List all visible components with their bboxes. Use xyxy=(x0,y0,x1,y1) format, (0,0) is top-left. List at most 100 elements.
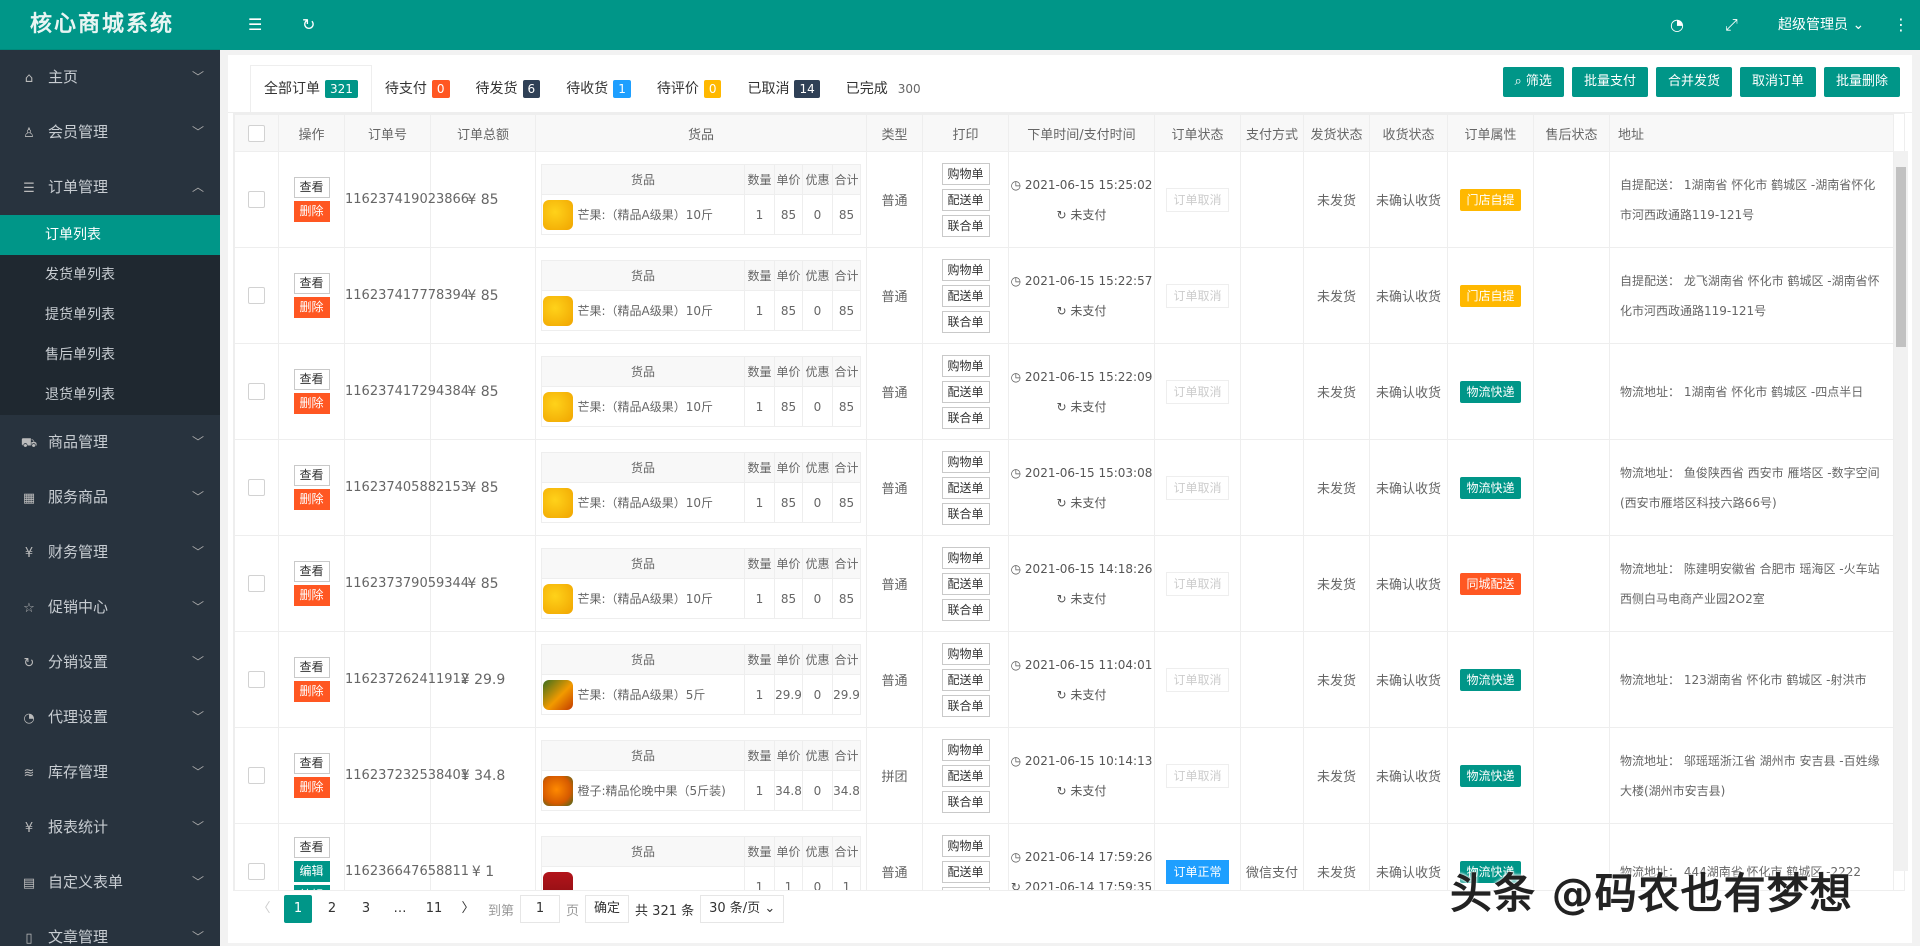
row-select[interactable] xyxy=(235,440,279,536)
print-button[interactable]: 购物单 xyxy=(942,835,990,857)
action-button[interactable]: 取消订单 xyxy=(1740,67,1816,97)
product-name[interactable]: 橙子:精品伦晚中果（5斤装) xyxy=(574,771,745,811)
view-button[interactable]: 查看 xyxy=(294,561,330,582)
submenu-item[interactable]: 售后单列表 xyxy=(0,335,220,375)
tab[interactable]: 已完成300 xyxy=(833,65,939,113)
view-button[interactable]: 查看 xyxy=(294,273,330,294)
checkbox[interactable] xyxy=(248,671,265,688)
view-button[interactable]: 查看 xyxy=(294,369,330,390)
delete-button[interactable]: 删除 xyxy=(294,681,330,702)
sidebar-item[interactable]: ♙会员管理﹀ xyxy=(0,105,220,160)
submenu-item[interactable]: 订单列表 xyxy=(0,215,220,255)
print-button[interactable]: 配送单 xyxy=(942,669,990,691)
submenu-item[interactable]: 退货单列表 xyxy=(0,375,220,415)
checkbox[interactable] xyxy=(248,191,265,208)
print-button[interactable]: 配送单 xyxy=(942,765,990,787)
more-icon[interactable]: ⋮ xyxy=(1893,0,1909,50)
delete-button[interactable]: 删除 xyxy=(294,297,330,318)
row-select[interactable] xyxy=(235,536,279,632)
product-name[interactable]: 芒果:（精品A级果）10斤 xyxy=(574,579,745,619)
print-button[interactable]: 购物单 xyxy=(942,547,990,569)
refresh-icon[interactable]: ↻ xyxy=(302,0,315,50)
print-button[interactable]: 联合单 xyxy=(942,599,990,621)
delete-button[interactable]: 删除 xyxy=(294,201,330,222)
sidebar-item[interactable]: ☆促销中心﹀ xyxy=(0,580,220,635)
sidebar-item[interactable]: ⛟商品管理﹀ xyxy=(0,415,220,470)
submenu-item[interactable]: 发货单列表 xyxy=(0,255,220,295)
tab[interactable]: 待评价0 xyxy=(644,65,735,113)
print-button[interactable]: 联合单 xyxy=(942,311,990,333)
goto-page-input[interactable]: 1 xyxy=(520,895,560,923)
product-name[interactable] xyxy=(574,867,745,892)
print-button[interactable]: 购物单 xyxy=(942,163,990,185)
product-name[interactable]: 芒果:（精品A级果）10斤 xyxy=(574,195,745,235)
print-button[interactable]: 联合单 xyxy=(942,503,990,525)
page-button[interactable]: 2 xyxy=(318,895,346,923)
action-button[interactable]: 批量支付 xyxy=(1572,67,1648,97)
submenu-item[interactable]: 提货单列表 xyxy=(0,295,220,335)
row-select[interactable] xyxy=(235,824,279,892)
sidebar-item[interactable]: ≋库存管理﹀ xyxy=(0,745,220,800)
edit-button[interactable]: 编辑 xyxy=(294,885,330,891)
theme-icon[interactable]: ◔ xyxy=(1670,0,1684,50)
view-button[interactable]: 查看 xyxy=(294,837,330,858)
product-name[interactable]: 芒果:（精品A级果）10斤 xyxy=(574,291,745,331)
print-button[interactable]: 配送单 xyxy=(942,285,990,307)
sidebar-item[interactable]: ▤自定义表单﹀ xyxy=(0,855,220,910)
delete-button[interactable]: 删除 xyxy=(294,777,330,798)
print-button[interactable]: 配送单 xyxy=(942,573,990,595)
edit-button[interactable]: 编辑 xyxy=(294,861,330,882)
row-select[interactable] xyxy=(235,728,279,824)
product-name[interactable]: 芒果:（精品A级果）5斤 xyxy=(574,675,745,715)
sidebar-item[interactable]: ⌂主页﹀ xyxy=(0,50,220,105)
print-button[interactable]: 配送单 xyxy=(942,477,990,499)
delete-button[interactable]: 删除 xyxy=(294,585,330,606)
row-select[interactable] xyxy=(235,152,279,248)
checkbox[interactable] xyxy=(248,125,265,142)
checkbox[interactable] xyxy=(248,863,265,880)
tab[interactable]: 待发货6 xyxy=(463,65,554,113)
sidebar-item[interactable]: ◔代理设置﹀ xyxy=(0,690,220,745)
print-button[interactable]: 购物单 xyxy=(942,259,990,281)
scrollbar-thumb[interactable] xyxy=(1896,167,1906,347)
checkbox[interactable] xyxy=(248,479,265,496)
next-page-button[interactable]: 〉 xyxy=(454,895,482,923)
sidebar-item[interactable]: ▯文章管理﹀ xyxy=(0,910,220,946)
view-button[interactable]: 查看 xyxy=(294,177,330,198)
checkbox[interactable] xyxy=(248,767,265,784)
delete-button[interactable]: 删除 xyxy=(294,393,330,414)
print-button[interactable]: 联合单 xyxy=(942,695,990,717)
view-button[interactable]: 查看 xyxy=(294,753,330,774)
page-size-select[interactable]: 30 条/页 ⌄ xyxy=(700,895,784,923)
print-button[interactable]: 配送单 xyxy=(942,381,990,403)
print-button[interactable]: 联合单 xyxy=(942,215,990,237)
print-button[interactable]: 联合单 xyxy=(942,407,990,429)
page-button[interactable]: 3 xyxy=(352,895,380,923)
action-button[interactable]: ⌕ 筛选 xyxy=(1503,67,1564,97)
view-button[interactable]: 查看 xyxy=(294,657,330,678)
table-scrollbar[interactable] xyxy=(1894,151,1908,871)
print-button[interactable]: 配送单 xyxy=(942,189,990,211)
tab[interactable]: 待收货1 xyxy=(553,65,644,113)
row-select[interactable] xyxy=(235,248,279,344)
prev-page-button[interactable]: 〈 xyxy=(250,895,278,923)
sidebar-item[interactable]: ☰订单管理︿ xyxy=(0,160,220,215)
page-button[interactable]: 1 xyxy=(284,895,312,923)
print-button[interactable]: 购物单 xyxy=(942,643,990,665)
product-name[interactable]: 芒果:（精品A级果）10斤 xyxy=(574,387,745,427)
checkbox[interactable] xyxy=(248,383,265,400)
goto-confirm-button[interactable]: 确定 xyxy=(585,895,629,923)
tab[interactable]: 全部订单321 xyxy=(250,65,372,113)
checkbox[interactable] xyxy=(248,575,265,592)
product-name[interactable]: 芒果:（精品A级果）10斤 xyxy=(574,483,745,523)
select-all[interactable] xyxy=(235,115,279,152)
delete-button[interactable]: 删除 xyxy=(294,489,330,510)
action-button[interactable]: 合并发货 xyxy=(1656,67,1732,97)
checkbox[interactable] xyxy=(248,287,265,304)
row-select[interactable] xyxy=(235,344,279,440)
tab[interactable]: 待支付0 xyxy=(372,65,463,113)
sidebar-item[interactable]: ▦服务商品﹀ xyxy=(0,470,220,525)
print-button[interactable]: 购物单 xyxy=(942,355,990,377)
print-button[interactable]: 联合单 xyxy=(942,887,990,892)
action-button[interactable]: 批量删除 xyxy=(1824,67,1900,97)
